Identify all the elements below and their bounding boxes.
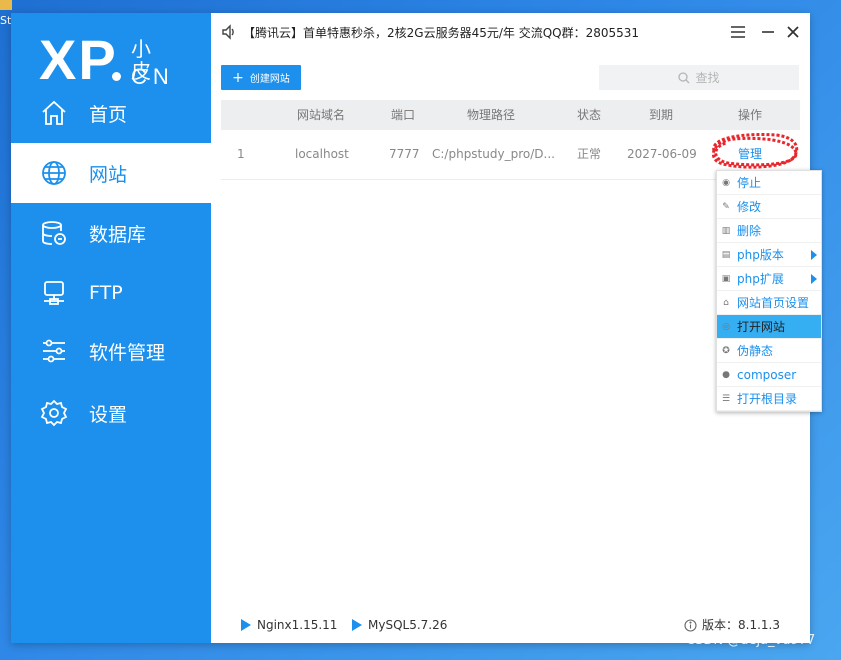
title-bar: 【腾讯云】首单特惠秒杀，2核2G云服务器45元/年 交流QQ群：2805531 — [211, 13, 810, 53]
column-header-action: 操作 — [737, 108, 762, 122]
logo-dot — [112, 72, 121, 81]
minimize-icon[interactable] — [758, 22, 778, 42]
menu-item-label: 网站首页设置 — [737, 296, 810, 310]
menu-item-open-root[interactable]: ☰ 打开根目录 — [717, 387, 821, 411]
info-icon — [684, 618, 697, 632]
announcement-text[interactable]: 【腾讯云】首单特惠秒杀，2核2G云服务器45元/年 交流QQ群：2805531 — [243, 24, 639, 41]
mysql-status[interactable]: MySQL5.7.26 — [352, 610, 447, 640]
home-icon — [39, 98, 69, 128]
sidebar-item-label: 首页 — [89, 103, 128, 126]
php-version-icon: ▤ — [721, 249, 731, 260]
edit-icon: ✎ — [722, 201, 730, 212]
menu-item-label: php版本 — [737, 248, 784, 262]
menu-item-homepage-settings[interactable]: ⌂ 网站首页设置 — [717, 291, 821, 315]
menu-item-rewrite[interactable]: ✪ 伪静态 — [717, 339, 821, 363]
column-header-expire: 到期 — [648, 108, 673, 122]
menu-item-delete[interactable]: ▥ 删除 — [717, 219, 821, 243]
manage-context-menu: ◉ 停止 ✎ 修改 ▥ 删除 ▤ php版本 ▣ php扩展 ⌂ 网站首页设置 … — [716, 170, 822, 412]
ftp-icon — [39, 278, 69, 308]
row-status: 正常 — [577, 147, 602, 161]
row-port: 7777 — [389, 147, 420, 161]
php-extension-icon: ▣ — [721, 273, 731, 284]
create-website-label: 创建网站 — [249, 74, 290, 85]
column-header-status: 状态 — [576, 108, 601, 122]
menu-item-php-version[interactable]: ▤ php版本 — [717, 243, 821, 267]
column-header-path: 物理路径 — [466, 108, 515, 122]
table-header: 网站域名 端口 物理路径 状态 到期 操作 — [221, 100, 800, 130]
mysql-label: MySQL5.7.26 — [368, 618, 448, 632]
sidebar-item-label: 网站 — [89, 163, 128, 186]
menu-item-open-site[interactable]: ◎ 打开网站 — [717, 315, 821, 339]
home-settings-icon: ⌂ — [723, 297, 729, 308]
sidebar-item-label: 数据库 — [89, 223, 147, 246]
sidebar-item-database[interactable]: 数据库 — [11, 203, 211, 263]
menu-item-label: 打开根目录 — [737, 392, 798, 406]
sidebar-item-label: 设置 — [89, 403, 128, 426]
menu-item-label: 打开网站 — [737, 320, 786, 334]
globe-icon — [39, 158, 69, 188]
sidebar-item-settings[interactable]: 设置 — [11, 383, 211, 443]
folder-list-icon: ☰ — [721, 393, 731, 404]
menu-item-php-extension[interactable]: ▣ php扩展 — [717, 267, 821, 291]
menu-icon[interactable] — [728, 22, 748, 42]
open-site-icon: ◎ — [722, 321, 730, 332]
menu-item-composer[interactable]: ● composer — [717, 363, 821, 387]
watermark: CSDN @deja_vu977 — [686, 633, 816, 648]
database-icon — [39, 218, 69, 248]
play-icon — [352, 619, 362, 631]
folder-icon — [0, 0, 12, 10]
sidebar-item-home[interactable]: 首页 — [11, 83, 211, 143]
sidebar: XP 小皮 CN 首页 网站 数据库 FTP 软件管理 设置 — [11, 13, 211, 643]
search-icon — [678, 71, 690, 83]
nginx-status[interactable]: Nginx1.15.11 — [241, 610, 337, 640]
column-header-port: 端口 — [390, 108, 415, 122]
menu-item-stop[interactable]: ◉ 停止 — [717, 171, 821, 195]
row-path: C:/phpstudy_pro/D... — [432, 147, 555, 161]
nginx-label: Nginx1.15.11 — [257, 618, 338, 632]
submenu-arrow-icon — [811, 274, 817, 284]
menu-item-label: php扩展 — [737, 272, 784, 286]
search-placeholder: 查找 — [695, 71, 720, 85]
sliders-icon — [39, 336, 69, 366]
menu-item-edit[interactable]: ✎ 修改 — [717, 195, 821, 219]
plus-icon: + — [232, 69, 244, 86]
app-window: XP 小皮 CN 首页 网站 数据库 FTP 软件管理 设置 【腾讯云】首单特惠… — [11, 13, 810, 643]
close-icon[interactable] — [783, 22, 803, 42]
submenu-arrow-icon — [811, 250, 817, 260]
menu-item-label: 修改 — [737, 200, 762, 214]
sidebar-item-website[interactable]: 网站 — [11, 143, 211, 203]
composer-icon: ● — [722, 369, 730, 380]
row-expire: 2027-06-09 — [627, 147, 697, 161]
sidebar-item-label: 软件管理 — [89, 341, 166, 364]
menu-item-label: 删除 — [737, 224, 762, 238]
sidebar-item-software[interactable]: 软件管理 — [11, 321, 211, 381]
stop-icon: ◉ — [722, 177, 730, 188]
table-row[interactable]: 1 localhost 7777 C:/phpstudy_pro/D... 正常… — [221, 130, 800, 180]
sidebar-item-label: FTP — [89, 282, 123, 304]
row-domain: localhost — [295, 147, 349, 161]
row-index: 1 — [237, 147, 245, 161]
menu-item-label: 伪静态 — [737, 344, 774, 358]
search-input[interactable]: 查找 — [599, 65, 799, 90]
sidebar-item-ftp[interactable]: FTP — [11, 263, 211, 323]
create-website-button[interactable]: + 创建网站 — [221, 65, 301, 90]
column-header-domain: 网站域名 — [296, 108, 345, 122]
trash-icon: ▥ — [721, 225, 731, 236]
rewrite-icon: ✪ — [722, 345, 730, 356]
menu-item-label: 停止 — [737, 176, 762, 190]
menu-item-label: composer — [737, 367, 797, 382]
website-table: 网站域名 端口 物理路径 状态 到期 操作 1 localhost 7777 C… — [221, 100, 800, 597]
play-icon — [241, 619, 251, 631]
speaker-icon — [221, 24, 237, 44]
gear-icon — [39, 398, 69, 428]
